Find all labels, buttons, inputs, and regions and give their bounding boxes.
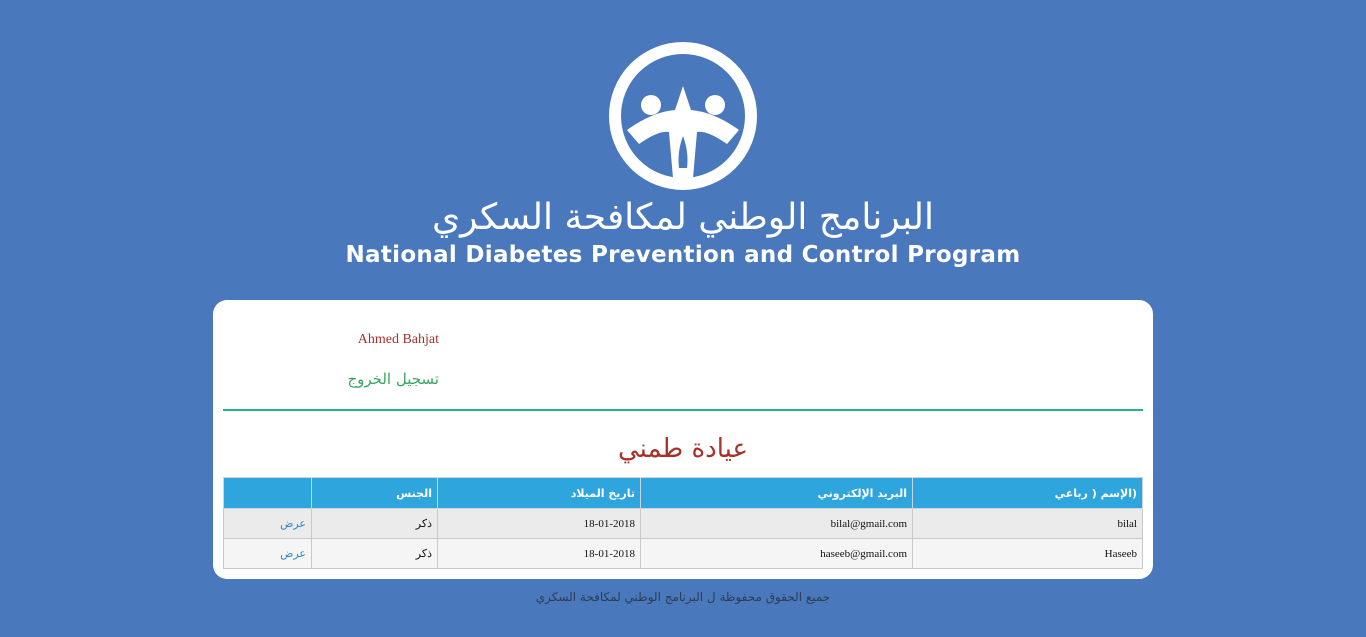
cell-name: Haseeb: [912, 538, 1143, 569]
table-row: bilal bilal@gmail.com 18-01-2018 ذكر عرض: [223, 508, 1143, 539]
org-name-english: National Diabetes Prevention and Control…: [345, 242, 1021, 268]
diabetes-program-logo-icon: [609, 42, 757, 190]
main-card: Ahmed Bahjat تسجيل الخروج عيادة طمني (ال…: [213, 300, 1153, 579]
user-name: Ahmed Bahjat: [357, 332, 439, 347]
org-name-arabic: البرنامج الوطني لمكافحة السكري: [431, 197, 934, 238]
cell-dob: 18-01-2018: [437, 508, 641, 539]
column-header-actions: [223, 477, 312, 509]
page-title: عيادة طمني: [618, 434, 748, 464]
cell-name: bilal: [912, 508, 1143, 539]
cell-gender: ذكر: [311, 538, 438, 569]
column-header-email: البريد الإلكتروني: [640, 477, 913, 509]
divider: [223, 409, 1143, 411]
view-link[interactable]: عرض: [280, 548, 306, 560]
cell-gender: ذكر: [311, 508, 438, 539]
table-header-row: (الإسم ( رباعي البريد الإلكتروني تاريخ ا…: [223, 477, 1143, 509]
column-header-name: (الإسم ( رباعي: [912, 477, 1143, 509]
view-link[interactable]: عرض: [280, 518, 306, 530]
patients-table: (الإسم ( رباعي البريد الإلكتروني تاريخ ا…: [223, 477, 1143, 569]
site-header: البرنامج الوطني لمكافحة السكري National …: [0, 40, 1366, 268]
table-row: Haseeb haseeb@gmail.com 18-01-2018 ذكر ع…: [223, 538, 1143, 569]
footer-copyright: جميع الحقوق محفوظة ل البرنامج الوطني لمك…: [535, 590, 831, 604]
column-header-gender: الجنس: [311, 477, 438, 509]
column-header-dob: تاريخ الميلاد: [437, 477, 641, 509]
logout-link[interactable]: تسجيل الخروج: [323, 370, 439, 388]
cell-dob: 18-01-2018: [437, 538, 641, 569]
cell-action: عرض: [223, 508, 312, 539]
cell-action: عرض: [223, 538, 312, 569]
cell-email: bilal@gmail.com: [640, 508, 913, 539]
cell-email: haseeb@gmail.com: [640, 538, 913, 569]
